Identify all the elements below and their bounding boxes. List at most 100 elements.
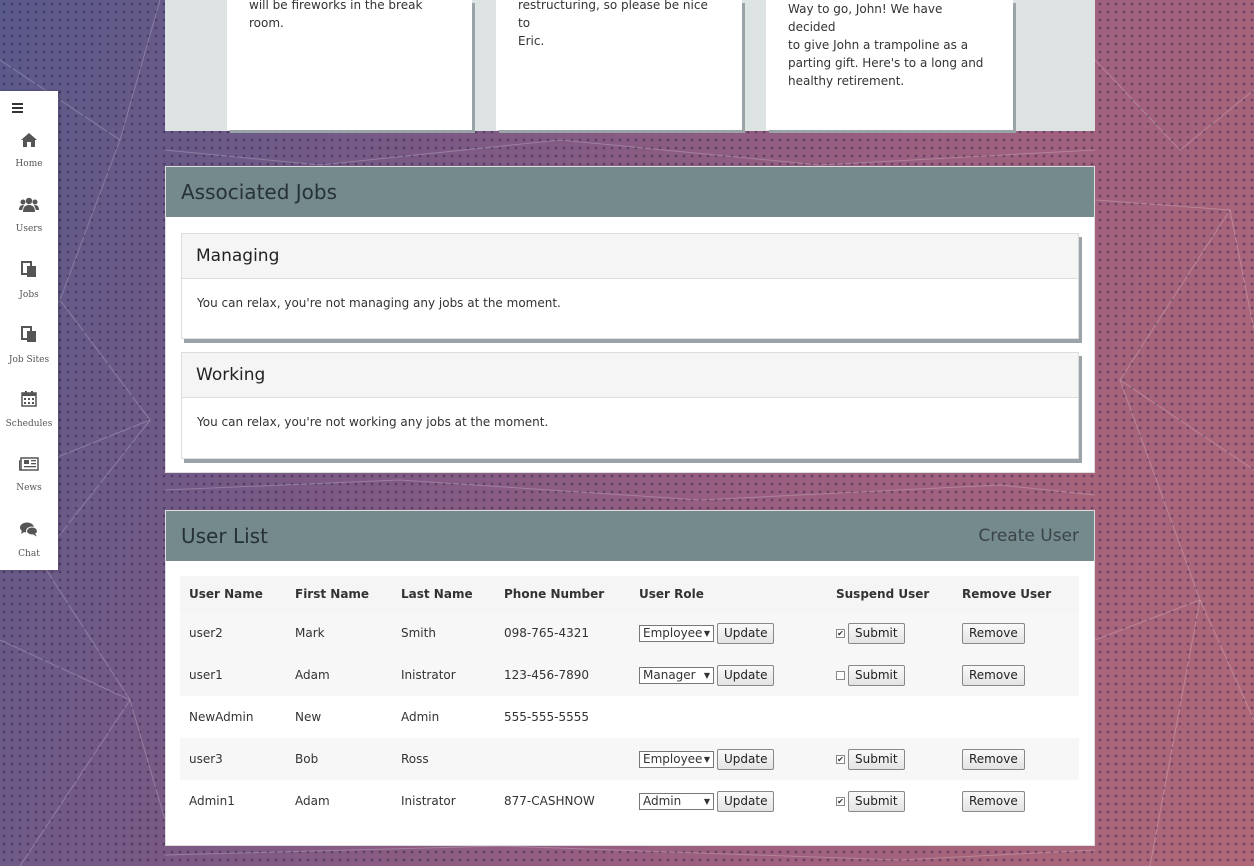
- remove-cell: Remove: [953, 612, 1079, 654]
- user-role-cell: [630, 696, 827, 738]
- submit-button[interactable]: Submit: [848, 664, 905, 686]
- sidebar-item-job-sites[interactable]: Job Sites: [0, 326, 58, 366]
- suspend-cell: ✔ Submit: [827, 612, 953, 654]
- remove-cell: Remove: [953, 780, 1079, 822]
- newspaper-icon: [19, 457, 39, 471]
- news-line: Eric.: [518, 34, 545, 48]
- last-name-cell: Admin: [392, 696, 495, 738]
- submit-button[interactable]: Submit: [848, 622, 905, 644]
- chevron-down-icon: ▼: [703, 670, 710, 680]
- managing-title: Managing: [182, 234, 1078, 279]
- column-header: User Role: [630, 576, 827, 612]
- news-line: healthy retirement.: [788, 74, 905, 88]
- role-select-value: Admin: [643, 794, 682, 808]
- news-line: to give John a trampoline as a: [788, 38, 969, 52]
- update-button[interactable]: Update: [717, 790, 775, 812]
- last-name-cell: Smith: [392, 612, 495, 654]
- news-line: Way to go, John! We have decided: [788, 2, 943, 34]
- table-row: user3 Bob Ross Employee ▼ Update ✔ Submit R…: [180, 738, 1079, 780]
- working-panel: Working You can relax, you're not workin…: [181, 352, 1079, 459]
- first-name-cell: New: [286, 696, 392, 738]
- suspend-cell: Submit: [827, 654, 953, 696]
- column-header: Last Name: [392, 576, 495, 612]
- jobs-icon: [21, 261, 36, 277]
- first-name-cell: Adam: [286, 780, 392, 822]
- user-list-panel: User List Create User User Name First Na…: [165, 510, 1095, 846]
- first-name-cell: Adam: [286, 654, 392, 696]
- role-select[interactable]: Admin ▼: [639, 792, 714, 810]
- first-name-cell: Mark: [286, 612, 392, 654]
- hamburger-icon[interactable]: [12, 101, 23, 117]
- chevron-down-icon: ▼: [703, 796, 710, 806]
- role-select[interactable]: Employee ▼: [639, 750, 714, 768]
- suspend-checkbox[interactable]: ✔: [836, 628, 845, 638]
- news-text: restructuring, so please be nice to Eric…: [518, 0, 722, 50]
- remove-cell: Remove: [953, 738, 1079, 780]
- news-text: Way to go, John! We have decided to give…: [788, 0, 993, 90]
- phone-cell: 555-555-5555: [495, 696, 630, 738]
- news-line: parting gift. Here's to a long and: [788, 56, 984, 70]
- user-role-cell: Manager ▼ Update: [630, 654, 827, 696]
- working-title: Working: [182, 353, 1078, 398]
- remove-button[interactable]: Remove: [962, 790, 1025, 812]
- update-button[interactable]: Update: [717, 664, 775, 686]
- submit-button[interactable]: Submit: [848, 748, 905, 770]
- sidebar-item-jobs[interactable]: Jobs: [0, 261, 58, 301]
- sidebar-item-label: Chat: [18, 549, 40, 559]
- panel-title: User List: [181, 524, 268, 548]
- panel-header: User List Create User: [166, 511, 1094, 561]
- username-cell: user2: [180, 612, 286, 654]
- sidebar-item-label: Job Sites: [8, 355, 50, 365]
- column-header: Suspend User: [827, 576, 953, 612]
- sidebar-item-news[interactable]: News: [0, 457, 58, 494]
- first-name-cell: Bob: [286, 738, 392, 780]
- last-name-cell: Ross: [392, 738, 495, 780]
- suspend-checkbox[interactable]: ✔: [836, 754, 845, 764]
- create-user-button[interactable]: Create User: [978, 526, 1079, 546]
- username-cell: user3: [180, 738, 286, 780]
- update-button[interactable]: Update: [717, 622, 775, 644]
- sidebar-item-schedules[interactable]: Schedules: [0, 391, 58, 430]
- role-select[interactable]: Manager ▼: [639, 666, 714, 684]
- user-role-cell: Employee ▼ Update: [630, 612, 827, 654]
- suspend-checkbox[interactable]: ✔: [836, 796, 845, 806]
- chevron-down-icon: ▼: [703, 754, 710, 764]
- sidebar-item-label: Jobs: [19, 290, 39, 300]
- home-icon: [21, 133, 37, 147]
- role-select-value: Manager: [643, 668, 696, 682]
- table-row: NewAdmin New Admin 555-555-5555: [180, 696, 1079, 738]
- role-select[interactable]: Employee ▼: [639, 624, 714, 642]
- phone-cell: [495, 738, 630, 780]
- chat-icon: [20, 522, 38, 537]
- news-text: will be fireworks in the break room.: [249, 0, 452, 32]
- remove-button[interactable]: Remove: [962, 664, 1025, 686]
- associated-jobs-panel: Associated Jobs Managing You can relax, …: [165, 166, 1095, 473]
- last-name-cell: Inistrator: [392, 654, 495, 696]
- table-row: user1 Adam Inistrator 123-456-7890 Manag…: [180, 654, 1079, 696]
- news-section: will be fireworks in the break room. res…: [165, 0, 1095, 131]
- remove-button[interactable]: Remove: [962, 622, 1025, 644]
- update-button[interactable]: Update: [717, 748, 775, 770]
- chevron-down-icon: ▼: [703, 628, 710, 638]
- submit-button[interactable]: Submit: [848, 790, 905, 812]
- column-header: User Name: [180, 576, 286, 612]
- news-line: will be fireworks in the break: [249, 0, 423, 12]
- news-line: room.: [249, 16, 284, 30]
- news-card: restructuring, so please be nice to Eric…: [496, 0, 742, 130]
- remove-cell: Remove: [953, 654, 1079, 696]
- sidebar-item-home[interactable]: Home: [0, 133, 58, 170]
- suspend-cell: [827, 696, 953, 738]
- sidebar: Home Users Jobs Job Sites Schedules News…: [0, 91, 58, 570]
- role-select-value: Employee: [643, 626, 703, 640]
- role-select-value: Employee: [643, 752, 703, 766]
- suspend-cell: ✔ Submit: [827, 738, 953, 780]
- column-header: Phone Number: [495, 576, 630, 612]
- sidebar-item-users[interactable]: Users: [0, 197, 58, 235]
- remove-button[interactable]: Remove: [962, 748, 1025, 770]
- sidebar-item-chat[interactable]: Chat: [0, 522, 58, 560]
- user-table: User Name First Name Last Name Phone Num…: [180, 576, 1079, 822]
- sidebar-item-label: Home: [15, 159, 43, 169]
- phone-cell: 098-765-4321: [495, 612, 630, 654]
- last-name-cell: Inistrator: [392, 780, 495, 822]
- suspend-checkbox[interactable]: [836, 670, 845, 680]
